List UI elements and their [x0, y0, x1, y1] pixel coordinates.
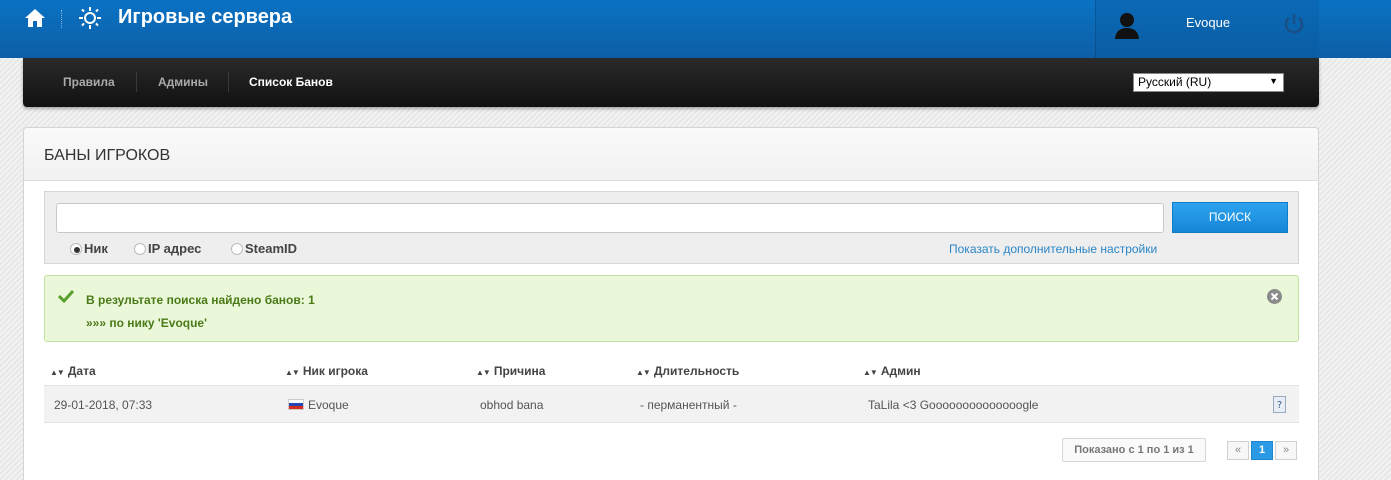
- column-header-admin-label: Админ: [880, 364, 921, 378]
- nav-divider: [136, 72, 137, 92]
- radio-steamid[interactable]: SteamID: [231, 241, 297, 256]
- header-divider: [61, 10, 62, 28]
- help-icon[interactable]: ?: [1273, 396, 1286, 413]
- alert-search-query: »»» по нику 'Evoque': [86, 316, 207, 330]
- sort-icon: ▲▼: [636, 368, 651, 377]
- sort-icon: ▲▼: [285, 368, 300, 377]
- column-header-admin[interactable]: ▲▼ Админ: [863, 364, 921, 378]
- column-header-date-label: Дата: [67, 364, 96, 378]
- main-nav: Правила Админы Список Банов Русский (RU)…: [23, 58, 1319, 107]
- table-header: ▲▼ Дата ▲▼ Ник игрока ▲▼ Причина ▲▼ Длительн…: [44, 354, 1299, 386]
- cell-nick: Evoque: [288, 398, 349, 412]
- nav-item-rules[interactable]: Правила: [63, 75, 115, 89]
- nav-item-ban-list[interactable]: Список Банов: [249, 75, 333, 89]
- cell-duration: - перманентный -: [640, 398, 737, 412]
- radio-nick[interactable]: Ник: [70, 241, 108, 256]
- pagination-next-button[interactable]: »: [1275, 441, 1297, 460]
- column-header-nick[interactable]: ▲▼ Ник игрока: [285, 364, 368, 378]
- advanced-settings-link[interactable]: Показать дополнительные настройки: [949, 242, 1157, 256]
- search-input[interactable]: [56, 203, 1164, 233]
- column-header-duration[interactable]: ▲▼ Длительность: [636, 364, 739, 378]
- column-header-date[interactable]: ▲▼ Дата: [50, 364, 96, 378]
- sort-icon: ▲▼: [863, 368, 878, 377]
- column-header-reason-label: Причина: [493, 364, 546, 378]
- svg-text:?: ?: [1277, 400, 1282, 411]
- column-header-duration-label: Длительность: [653, 364, 740, 378]
- dropdown-arrow-icon: ▼: [1269, 76, 1278, 86]
- username[interactable]: Evoque: [1186, 15, 1230, 30]
- cell-date: 29-01-2018, 07:33: [54, 398, 153, 412]
- check-icon: [58, 289, 74, 303]
- home-icon[interactable]: [24, 7, 46, 29]
- column-header-reason[interactable]: ▲▼ Причина: [476, 364, 545, 378]
- pagination-info: Показано с 1 по 1 из 1: [1062, 438, 1206, 462]
- radio-checked-icon: [70, 243, 82, 255]
- cell-admin: TaLila <3 Goooooooooooooogle: [868, 398, 1039, 412]
- top-header: Игровые сервера Evoque: [0, 0, 1391, 58]
- language-select[interactable]: Русский (RU) ▼: [1133, 73, 1284, 92]
- radio-ip-label: IP адрес: [148, 241, 202, 256]
- alert-result-count: В результате поиска найдено банов: 1: [86, 293, 315, 307]
- pagination-prev-button[interactable]: «: [1227, 441, 1249, 460]
- nav-item-admins[interactable]: Админы: [158, 75, 208, 89]
- language-select-value: Русский (RU): [1138, 75, 1212, 89]
- radio-ip[interactable]: IP адрес: [134, 241, 201, 256]
- sort-icon: ▲▼: [476, 368, 491, 377]
- column-header-nick-label: Ник игрока: [302, 364, 368, 378]
- panel-header: БАНЫ ИГРОКОВ: [24, 128, 1318, 181]
- search-button[interactable]: ПОИСК: [1172, 202, 1288, 233]
- user-avatar-icon: [1115, 13, 1139, 39]
- panel-title: БАНЫ ИГРОКОВ: [44, 147, 171, 164]
- user-box: Evoque: [1095, 0, 1319, 58]
- cell-nick-label: Evoque: [308, 398, 349, 412]
- gear-icon[interactable]: [78, 6, 102, 30]
- bans-panel: БАНЫ ИГРОКОВ ПОИСК Ник IP адрес SteamID …: [23, 127, 1319, 480]
- radio-nick-label: Ник: [84, 241, 108, 256]
- search-box: ПОИСК Ник IP адрес SteamID Показать допо…: [44, 191, 1299, 264]
- pagination-page-button[interactable]: 1: [1251, 441, 1273, 460]
- site-title: Игровые сервера: [118, 6, 293, 28]
- success-alert: В результате поиска найдено банов: 1 »»»…: [44, 275, 1299, 342]
- table-row[interactable]: 29-01-2018, 07:33 Evoque obhod bana - пе…: [44, 386, 1299, 423]
- power-icon[interactable]: [1283, 12, 1305, 36]
- radio-unchecked-icon: [231, 243, 243, 255]
- radio-steamid-label: SteamID: [245, 241, 298, 256]
- sort-icon: ▲▼: [50, 368, 65, 377]
- nav-divider: [228, 72, 229, 92]
- cell-reason: obhod bana: [480, 398, 544, 412]
- radio-unchecked-icon: [134, 243, 146, 255]
- russia-flag-icon: [288, 399, 304, 410]
- close-icon[interactable]: [1267, 289, 1282, 304]
